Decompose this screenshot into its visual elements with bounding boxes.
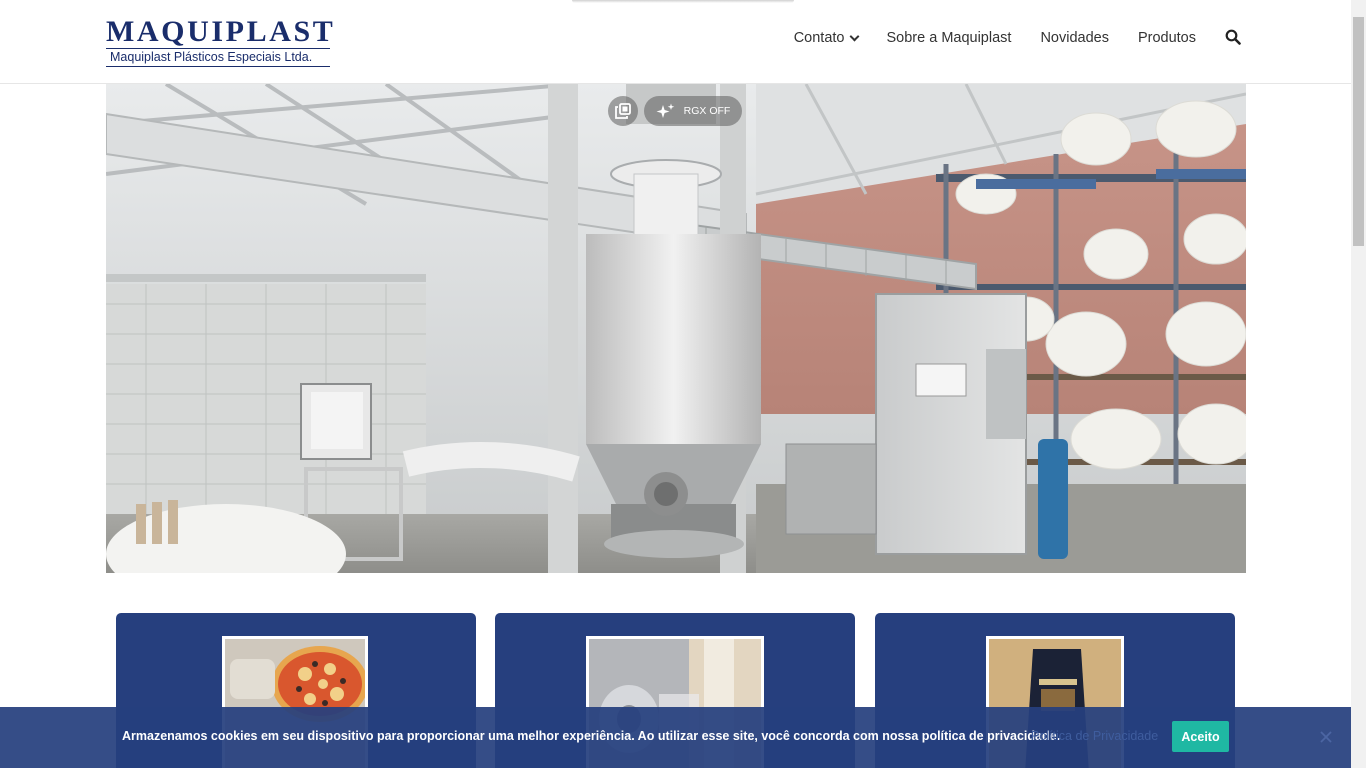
hero-360-viewer[interactable]: RGX OFF: [106, 84, 1246, 573]
page-scrollbar[interactable]: [1351, 0, 1366, 768]
rgx-toggle-button[interactable]: RGX OFF: [644, 96, 742, 126]
gallery-copy-icon: [615, 103, 631, 119]
site-header: MAQUIPLAST Maquiplast Plásticos Especiai…: [0, 0, 1351, 84]
nav-item-novidades[interactable]: Novidades: [1040, 30, 1109, 46]
nav-item-produtos[interactable]: Produtos: [1138, 30, 1196, 46]
gallery-copy-button[interactable]: [608, 96, 638, 126]
chevron-down-icon: [849, 31, 859, 41]
factory-interior-image: [106, 84, 1246, 573]
logo-wordmark: MAQUIPLAST: [106, 15, 336, 48]
page: MAQUIPLAST Maquiplast Plásticos Especiai…: [0, 0, 1366, 768]
main-nav: Contato Sobre a Maquiplast Novidades Pro…: [793, 29, 1241, 46]
nav-item-label: Contato: [793, 30, 845, 46]
close-icon[interactable]: [1318, 729, 1334, 745]
top-tab-shadow: [572, 0, 794, 3]
logo-subtitle: Maquiplast Plásticos Especiais Ltda.: [110, 50, 313, 64]
accept-cookies-button[interactable]: Aceito: [1172, 721, 1229, 752]
search-icon[interactable]: [1225, 29, 1241, 45]
nav-item-label: Novidades: [1040, 30, 1109, 46]
nav-item-label: Sobre a Maquiplast: [886, 30, 1012, 46]
logo-rule-bottom: [106, 66, 330, 67]
privacy-policy-link[interactable]: Política de Privacidade: [1031, 729, 1158, 743]
nav-item-label: Produtos: [1137, 30, 1196, 46]
scrollbar-thumb[interactable]: [1353, 17, 1364, 246]
site-logo[interactable]: MAQUIPLAST Maquiplast Plásticos Especiai…: [106, 15, 336, 67]
nav-item-sobre[interactable]: Sobre a Maquiplast: [887, 30, 1012, 46]
sparkle-icon: [656, 103, 674, 118]
cookie-banner: Armazenamos cookies em seu dispositivo p…: [0, 707, 1351, 768]
nav-item-contato[interactable]: Contato: [793, 30, 859, 46]
cookie-message: Armazenamos cookies em seu dispositivo p…: [122, 729, 1061, 743]
rgx-label: RGX OFF: [683, 105, 731, 117]
